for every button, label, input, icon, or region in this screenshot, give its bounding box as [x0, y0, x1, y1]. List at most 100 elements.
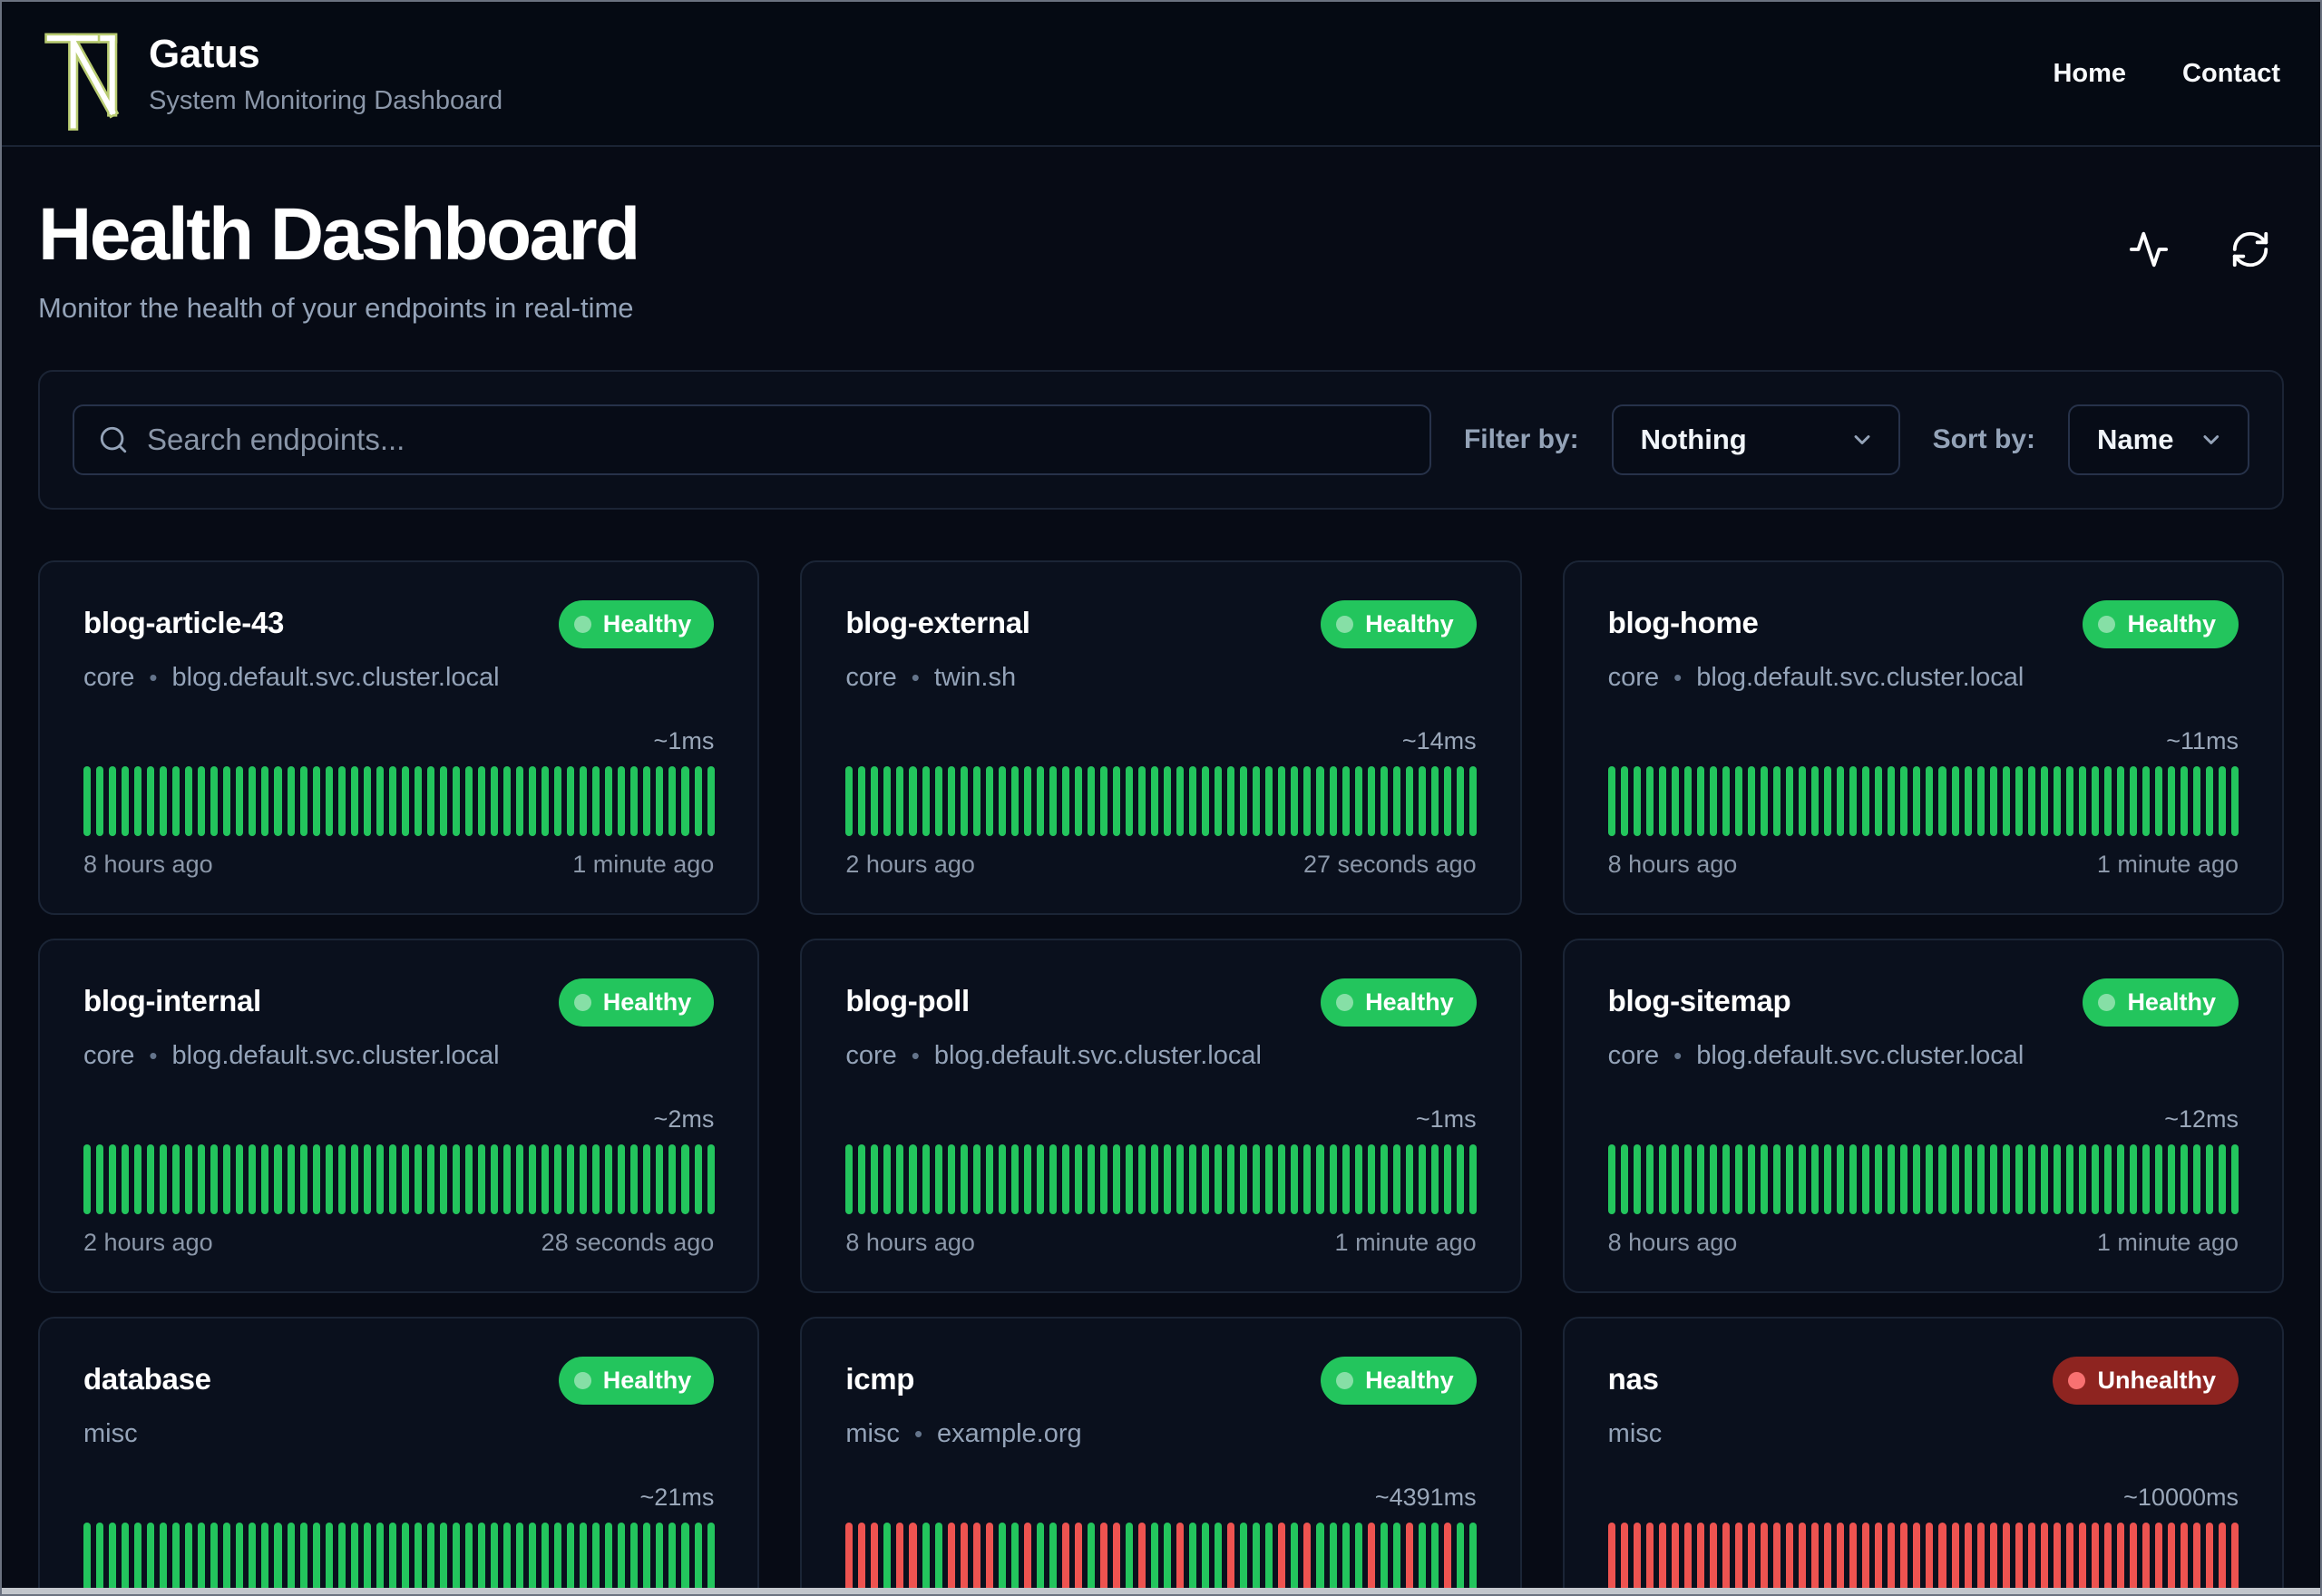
history-bar[interactable]	[707, 1523, 715, 1592]
history-bar[interactable]	[2040, 1523, 2048, 1592]
history-bar[interactable]	[668, 766, 677, 836]
history-bar[interactable]	[1748, 1144, 1756, 1214]
history-bar[interactable]	[491, 1523, 499, 1592]
history-bar[interactable]	[1456, 1144, 1464, 1214]
history-bar[interactable]	[1799, 1523, 1807, 1592]
history-bar[interactable]	[1837, 766, 1845, 836]
history-bar[interactable]	[376, 1144, 384, 1214]
history-bar[interactable]	[1734, 766, 1742, 836]
history-bar[interactable]	[1227, 766, 1235, 836]
history-bar[interactable]	[1430, 766, 1439, 836]
history-bar[interactable]	[2078, 766, 2086, 836]
history-bar[interactable]	[1265, 1523, 1273, 1592]
history-bar[interactable]	[1354, 1523, 1362, 1592]
history-bar[interactable]	[1748, 766, 1756, 836]
history-bar[interactable]	[960, 766, 968, 836]
history-bar[interactable]	[1074, 1523, 1082, 1592]
endpoint-card[interactable]: blog-external Healthy core • twin.sh ~14…	[800, 560, 1522, 915]
history-bar[interactable]	[1049, 1523, 1057, 1592]
history-bar[interactable]	[350, 1144, 358, 1214]
history-bar[interactable]	[541, 1144, 550, 1214]
history-bar[interactable]	[1253, 1144, 1261, 1214]
history-bar[interactable]	[1278, 1144, 1286, 1214]
history-bar[interactable]	[134, 1144, 142, 1214]
history-bar[interactable]	[1138, 766, 1146, 836]
history-bar[interactable]	[1786, 766, 1794, 836]
history-bar[interactable]	[1341, 766, 1350, 836]
history-bar[interactable]	[2129, 766, 2137, 836]
history-bar[interactable]	[2103, 1523, 2112, 1592]
history-bar[interactable]	[1443, 1144, 1451, 1214]
history-bar[interactable]	[1341, 1523, 1350, 1592]
history-bar[interactable]	[1380, 1523, 1388, 1592]
history-bar[interactable]	[1761, 1523, 1769, 1592]
history-bar[interactable]	[223, 1144, 231, 1214]
history-bar[interactable]	[1164, 766, 1172, 836]
endpoint-card[interactable]: blog-poll Healthy core • blog.default.sv…	[800, 939, 1522, 1293]
history-bar[interactable]	[1658, 1523, 1666, 1592]
history-bar[interactable]	[1671, 766, 1679, 836]
history-bar[interactable]	[1976, 1523, 1985, 1592]
history-bar[interactable]	[414, 1144, 422, 1214]
history-bar[interactable]	[1253, 766, 1261, 836]
history-bar[interactable]	[2142, 1523, 2150, 1592]
history-bar[interactable]	[567, 1144, 575, 1214]
history-bar[interactable]	[2219, 1523, 2227, 1592]
history-bar[interactable]	[1620, 766, 1628, 836]
history-bar[interactable]	[337, 1523, 346, 1592]
history-bar[interactable]	[1620, 1523, 1628, 1592]
history-bar[interactable]	[1645, 1523, 1654, 1592]
history-bar[interactable]	[567, 766, 575, 836]
history-bar[interactable]	[2091, 1523, 2099, 1592]
history-bar[interactable]	[96, 1144, 104, 1214]
history-bar[interactable]	[1468, 1523, 1477, 1592]
history-bar[interactable]	[274, 1144, 282, 1214]
history-bar[interactable]	[109, 1144, 117, 1214]
history-bar[interactable]	[909, 1523, 917, 1592]
history-bar[interactable]	[1734, 1144, 1742, 1214]
history-bar[interactable]	[198, 1523, 206, 1592]
history-bar[interactable]	[299, 766, 307, 836]
history-bar[interactable]	[1683, 1144, 1692, 1214]
history-bar[interactable]	[934, 1144, 942, 1214]
history-bar[interactable]	[1380, 1144, 1388, 1214]
history-bar[interactable]	[1392, 1144, 1400, 1214]
history-bar[interactable]	[1240, 1144, 1248, 1214]
search-input[interactable]	[147, 423, 1406, 457]
history-bar[interactable]	[707, 766, 715, 836]
history-bar[interactable]	[1049, 766, 1057, 836]
history-bar[interactable]	[1036, 1523, 1044, 1592]
history-bar[interactable]	[325, 1523, 333, 1592]
history-bar[interactable]	[83, 766, 92, 836]
history-bar[interactable]	[567, 1523, 575, 1592]
history-bar[interactable]	[1683, 766, 1692, 836]
history-bar[interactable]	[1138, 1523, 1146, 1592]
history-bar[interactable]	[147, 1144, 155, 1214]
history-bar[interactable]	[1354, 766, 1362, 836]
history-bar[interactable]	[172, 1523, 180, 1592]
history-bar[interactable]	[2193, 1523, 2201, 1592]
history-bar[interactable]	[618, 1523, 626, 1592]
history-bar[interactable]	[274, 1523, 282, 1592]
history-bar[interactable]	[1964, 766, 1972, 836]
history-bar[interactable]	[1443, 1523, 1451, 1592]
history-bar[interactable]	[337, 766, 346, 836]
history-bar[interactable]	[909, 1144, 917, 1214]
history-bar[interactable]	[1392, 1523, 1400, 1592]
history-bar[interactable]	[845, 1523, 854, 1592]
nav-link-home[interactable]: Home	[2053, 59, 2126, 89]
history-bar[interactable]	[185, 1144, 193, 1214]
history-bar[interactable]	[656, 766, 664, 836]
history-bar[interactable]	[1875, 766, 1883, 836]
history-bar[interactable]	[580, 1523, 588, 1592]
history-bar[interactable]	[2027, 766, 2035, 836]
history-bar[interactable]	[1126, 766, 1134, 836]
history-bar[interactable]	[580, 1144, 588, 1214]
history-bar[interactable]	[439, 1144, 447, 1214]
history-bar[interactable]	[1799, 1144, 1807, 1214]
history-bar[interactable]	[1620, 1144, 1628, 1214]
history-bar[interactable]	[1392, 766, 1400, 836]
history-bar[interactable]	[503, 1523, 512, 1592]
history-bar[interactable]	[2053, 1523, 2061, 1592]
history-bar[interactable]	[694, 1144, 702, 1214]
